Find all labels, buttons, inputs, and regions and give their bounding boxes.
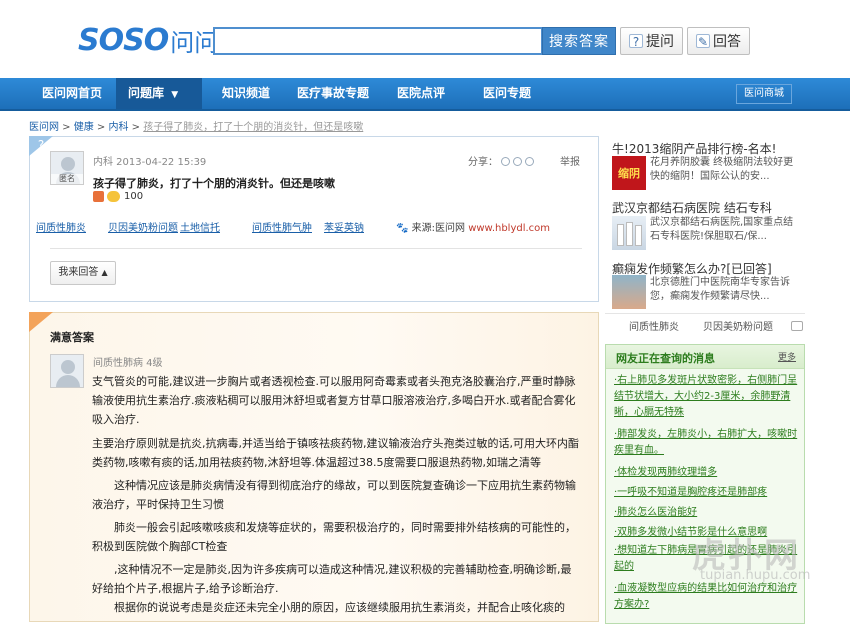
- coin-icon: [107, 191, 120, 202]
- nav-item-knowledge[interactable]: 知识频道: [222, 78, 270, 109]
- main-nav: 医问网首页 问题库 ▼ 知识频道 医疗事故专题 医院点评 医问专题 医问商城: [0, 78, 850, 111]
- sidebar-tabs: 间质性肺炎 贝因美奶粉问题: [605, 313, 805, 335]
- share-weibo-icon[interactable]: [501, 157, 510, 166]
- score-value: 100: [124, 191, 144, 202]
- answerer-avatar: [50, 354, 84, 388]
- breadcrumb-item[interactable]: 内科: [109, 122, 129, 133]
- question-icon: ?: [629, 34, 643, 49]
- ad-title[interactable]: 牛!2013缩阴产品排行榜-名本!: [612, 140, 812, 157]
- answer-label: 回答: [713, 34, 741, 50]
- nav-item-malpractice[interactable]: 医疗事故专题: [297, 78, 369, 109]
- ad-title-red: 牛!: [612, 142, 629, 156]
- related-link[interactable]: 土地信托: [180, 219, 220, 234]
- nav-item-label: 问题库: [128, 86, 165, 100]
- live-query-item[interactable]: ·血液凝数型应病的结果比如何治疗和治疗方案办?: [614, 581, 800, 613]
- ad-title-text: 2013缩阴产品排行榜-名本!: [628, 142, 777, 156]
- nav-item-home[interactable]: 医问网首页: [42, 78, 102, 109]
- related-link[interactable]: 间质性肺炎: [36, 219, 86, 234]
- answer-meta: 间质性肺病 4级: [93, 358, 163, 369]
- score-row: 100: [93, 191, 143, 202]
- top-bar: SOSO 问问 搜索答案 ? 提问 ✎ 回答: [0, 0, 850, 78]
- ad-text[interactable]: 北京德胜门中医院南华专家告诉您，癫痫发作频繁请尽快...: [650, 276, 800, 304]
- related-link[interactable]: 间质性肺气肿: [252, 219, 312, 234]
- ask-button[interactable]: ? 提问: [620, 27, 683, 55]
- source-info: 🐾 来源:医问网 www.hblydl.com: [396, 219, 550, 234]
- logo-suffix: 问问: [170, 28, 219, 57]
- live-query-item[interactable]: ·右上肺见多发斑片状致密影，右侧肺门呈结节状增大，大小约2-3厘米，余肺野清晰，…: [614, 373, 800, 421]
- ad-thumbnail[interactable]: 缩阴: [612, 156, 646, 190]
- my-answer-button[interactable]: 我来回答 ▲: [50, 261, 116, 285]
- soso-logo[interactable]: SOSO 问问: [78, 22, 219, 58]
- live-query-item[interactable]: ·肺部发炎，左肺炎小，右肺扩大，咳嗽时疾里有血。: [614, 427, 800, 459]
- answer-paragraph: 根据你的说说考虑是炎症还未完全小朋的原因，应该继续服用抗生素消炎，并配合止咳化痰…: [92, 601, 565, 614]
- ad-text[interactable]: 花月养阴胶囊 终极缩阴法较好更快的缩阴！国际公认的安...: [650, 156, 800, 184]
- live-queries-title: 网友正在查询的消息: [616, 352, 715, 365]
- answer-paragraph: 肺炎一般会引起咳嗽咳痰和发烧等症状的，需要积极治疗的，同时需要排外结核病的可能性…: [92, 521, 576, 553]
- my-answer-label: 我来回答: [58, 267, 99, 278]
- nav-item-hospital-review[interactable]: 医院点评: [397, 78, 445, 109]
- share-bar: 分享：: [468, 153, 534, 168]
- ad-title[interactable]: 武汉京都结石病医院 结石专科: [612, 199, 812, 216]
- watermark-url: tupian.hupu.com: [700, 568, 811, 583]
- question-meta: 内科 2013-04-22 15:39: [93, 157, 207, 168]
- source-label: 来源:医问网: [411, 223, 466, 234]
- caret-down-icon: ▼: [171, 90, 179, 100]
- logo-brand: SOSO: [78, 22, 169, 58]
- caret-up-icon: ▲: [101, 268, 108, 277]
- share-renren-icon[interactable]: [525, 157, 534, 166]
- reward-icon: [93, 191, 104, 202]
- cat-icon: 🐾: [396, 223, 409, 234]
- answer-button[interactable]: ✎ 回答: [687, 27, 750, 55]
- answer-paragraph: 支气管炎的可能,建议进一步胸片或者透视检查.可以服用阿奇霉素或者头孢克洛胶囊治疗…: [92, 375, 576, 426]
- more-link[interactable]: 更多: [778, 350, 796, 363]
- answer-paragraph: ,这种情况不一定是肺炎,因为许多疾病可以造成这种情况,建议积极的完善辅助检查,明…: [92, 563, 572, 595]
- answer-title: 满意答案: [50, 331, 94, 344]
- comment-icon[interactable]: [791, 321, 803, 331]
- related-link[interactable]: 苯妥英钠: [324, 219, 364, 234]
- breadcrumb-item[interactable]: 医问网: [29, 122, 59, 133]
- sidebar-tab[interactable]: 贝因美奶粉问题: [703, 318, 773, 333]
- pencil-icon: ✎: [696, 34, 710, 49]
- avatar: 匿名: [50, 151, 84, 185]
- ad-text[interactable]: 武汉京都结石病医院,国家重点结石专科医院!保胆取石/保...: [650, 216, 800, 244]
- nav-item-question-library[interactable]: 问题库 ▼: [116, 78, 202, 109]
- live-queries-header: 网友正在查询的消息 更多: [606, 345, 804, 369]
- share-label: 分享：: [468, 157, 498, 168]
- ad-thumbnail[interactable]: [612, 275, 646, 309]
- breadcrumb-item[interactable]: 健康: [74, 122, 94, 133]
- live-query-item[interactable]: ·肺炎怎么医治能好: [614, 505, 800, 521]
- nav-item-topics[interactable]: 医问专题: [483, 78, 531, 109]
- mall-button[interactable]: 医问商城: [736, 84, 792, 104]
- live-query-item[interactable]: ·体检发现两肺纹理增多: [614, 465, 800, 481]
- divider: [50, 248, 582, 249]
- related-link[interactable]: 贝因美奶粉问题: [108, 219, 178, 234]
- ad-thumbnail[interactable]: [612, 216, 646, 250]
- report-link[interactable]: 举报: [560, 153, 580, 168]
- share-qzone-icon[interactable]: [513, 157, 522, 166]
- search-input[interactable]: [213, 27, 543, 55]
- live-query-item[interactable]: ·一呼吸不知道是胸腔疼还是肺部疼: [614, 485, 800, 501]
- ask-label: 提问: [646, 34, 674, 50]
- avatar-tag: 匿名: [51, 174, 83, 184]
- question-title: 孩子得了肺炎，打了十个朋的消炎针。但还是咳嗽: [93, 177, 335, 190]
- answer-paragraph: 这种情况应该是肺炎病情没有得到彻底治疗的缘故，可以到医院复查确诊一下应用抗生素药…: [92, 479, 576, 511]
- breadcrumb: 医问网 > 健康 > 内科 > 孩子得了肺炎，打了十个朋的消炎针，但还是咳嗽: [29, 122, 364, 133]
- sidebar-tab[interactable]: 间质性肺炎: [629, 318, 679, 333]
- answer-paragraph: 主要治疗原则就是抗炎,抗病毒,并适当给于镇咳祛痰药物,建议输液治疗头孢类过敏的话…: [92, 437, 579, 469]
- source-url[interactable]: www.hblydl.com: [468, 223, 550, 234]
- breadcrumb-current: 孩子得了肺炎，打了十个朋的消炎针，但还是咳嗽: [143, 122, 364, 133]
- search-button[interactable]: 搜索答案: [542, 27, 616, 55]
